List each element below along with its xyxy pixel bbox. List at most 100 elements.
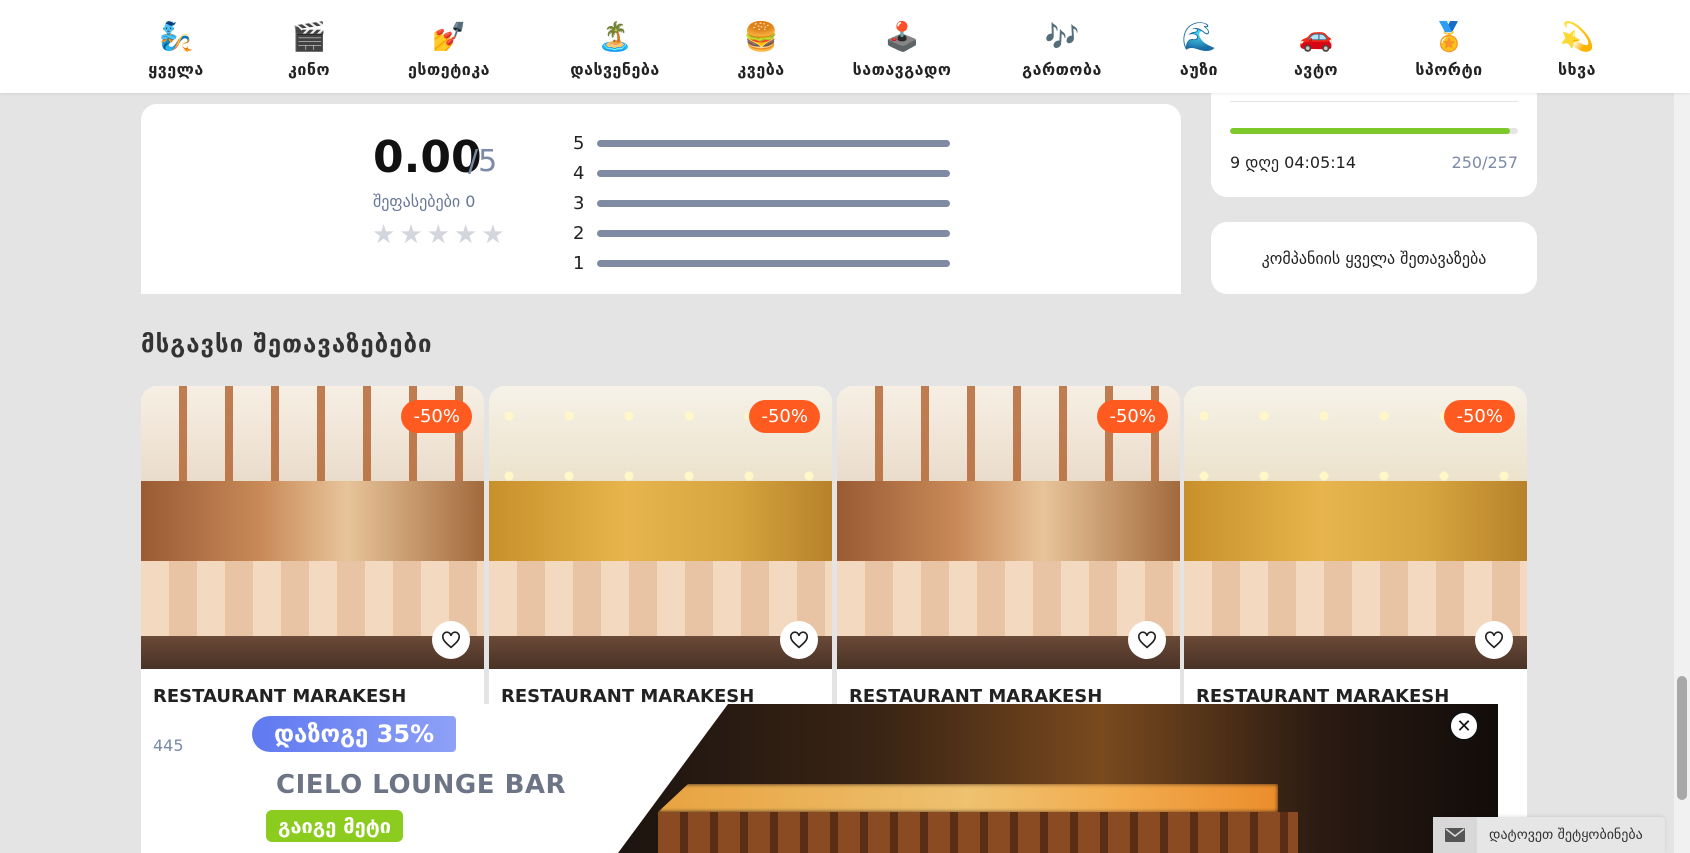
star-icon: ★ (399, 220, 423, 250)
scrollbar-thumb[interactable] (1677, 676, 1687, 800)
rating-bar-row: 2 (573, 218, 950, 248)
reviews-count: შეფასებები 0 (373, 192, 476, 211)
average-score: 0.00 (373, 132, 482, 183)
rating-bar (597, 229, 950, 237)
ad-learn-more-button[interactable]: გაიგე მეტი (266, 810, 404, 842)
rating-bar (597, 259, 950, 267)
heart-icon (1138, 631, 1156, 649)
genie-icon: 🧞 (158, 20, 194, 53)
category-vacation[interactable]: 🏝️ დასვენება (570, 20, 660, 79)
score-max: /5 (468, 144, 498, 179)
category-pool[interactable]: 🌊 აუზი (1180, 20, 1218, 79)
rating-bar-row: 5 (573, 128, 950, 158)
category-label: სპორტი (1415, 60, 1483, 79)
heart-icon (790, 631, 808, 649)
favorite-button[interactable] (780, 621, 818, 659)
category-label: ავტო (1293, 60, 1339, 79)
rating-bar-row: 3 (573, 188, 950, 218)
offer-image: -50% (489, 386, 832, 669)
page-scrollbar[interactable] (1674, 0, 1690, 853)
clapperboard-icon: 🎬 (291, 20, 327, 53)
category-cinema[interactable]: 🎬 კინო (288, 20, 330, 79)
envelope-glyph (1445, 828, 1465, 842)
discount-badge: -50% (1444, 400, 1515, 433)
rating-distribution: 5 4 3 2 1 (573, 128, 950, 278)
medal-icon: 🏅 (1431, 20, 1467, 53)
wave-icon: 🌊 (1181, 20, 1217, 53)
countdown-timer: 9 დღე 04:05:14 (1230, 153, 1356, 172)
music-notes-icon: 🎶 (1044, 20, 1080, 53)
offer-image: -50% (1184, 386, 1527, 669)
rating-bar-label: 3 (573, 192, 585, 214)
rating-summary-card: 0.00 /5 შეფასებები 0 ★ ★ ★ ★ ★ 5 4 3 2 1 (141, 104, 1181, 294)
ad-venue-name: CIELO LOUNGE BAR (276, 770, 567, 800)
rating-bar (597, 139, 950, 147)
similar-offers-title: მსგავსი შეთავაზებები (141, 330, 433, 358)
sold-counter: 250/257 (1451, 153, 1518, 172)
star-icon: ★ (453, 220, 478, 250)
car-icon: 🚗 (1298, 20, 1334, 53)
discount-badge: -50% (749, 400, 820, 433)
category-label: აუზი (1179, 60, 1219, 79)
rating-bar-row: 1 (573, 248, 950, 278)
rating-bar-label: 5 (573, 132, 585, 154)
star-icon: ★ (481, 220, 505, 250)
image-tables (1184, 561, 1527, 641)
category-other[interactable]: 💫 სხვა (1558, 20, 1596, 79)
leave-message-widget[interactable]: დატოვეთ შეტყობინება (1433, 817, 1665, 853)
sales-progress-bar (1230, 128, 1518, 134)
sales-progress-fill (1230, 128, 1511, 134)
category-sport[interactable]: 🏅 სპორტი (1415, 20, 1482, 79)
close-icon[interactable]: ✕ (1448, 710, 1480, 742)
category-food[interactable]: 🍔 კვება (737, 20, 784, 79)
category-nav: 🧞 ყველა 🎬 კინო 💅 ესთეტიკა 🏝️ დასვენება 🍔… (0, 0, 1690, 93)
dizzy-star-icon: 💫 (1559, 20, 1595, 53)
envelope-icon (1433, 817, 1477, 853)
star-icon: ★ (372, 220, 396, 250)
heart-icon (1485, 631, 1503, 649)
category-auto[interactable]: 🚗 ავტო (1294, 20, 1338, 79)
category-label: კვება (737, 60, 785, 79)
rating-bar-label: 2 (573, 222, 585, 244)
ad-banner[interactable]: დაზოგე 35% CIELO LOUNGE BAR გაიგე მეტი ✕ (188, 704, 1498, 853)
ad-bar-counter-light (658, 784, 1278, 812)
category-label: ესთეტიკა (407, 60, 491, 79)
nail-polish-icon: 💅 (431, 20, 467, 53)
image-tables (489, 561, 832, 641)
category-adventure[interactable]: 🕹️ სათავგადო (853, 20, 952, 79)
rating-bar-label: 4 (573, 162, 585, 184)
category-label: გართობა (1022, 60, 1102, 79)
discount-badge: -50% (1097, 400, 1168, 433)
joystick-icon: 🕹️ (884, 20, 920, 53)
burger-icon: 🍔 (743, 20, 779, 53)
island-icon: 🏝️ (597, 20, 633, 53)
category-label: დასვენება (570, 60, 660, 79)
rating-bar-row: 4 (573, 158, 950, 188)
category-label: კინო (287, 60, 331, 79)
divider (1230, 101, 1518, 102)
favorite-button[interactable] (432, 621, 470, 659)
category-label: სათავგადო (852, 60, 952, 79)
image-tables (837, 561, 1180, 641)
category-label: ყველა (148, 60, 204, 79)
all-company-offers-button[interactable]: კომპანიის ყველა შეთავაზება (1211, 222, 1537, 294)
category-entertainment[interactable]: 🎶 გართობა (1022, 20, 1102, 79)
category-label: სხვა (1557, 60, 1597, 79)
favorite-button[interactable] (1128, 621, 1166, 659)
category-all[interactable]: 🧞 ყველა (148, 20, 203, 79)
star-rating: ★ ★ ★ ★ ★ (372, 222, 505, 248)
offer-image: -50% (837, 386, 1180, 669)
offer-progress-card: 9 დღე 04:05:14 250/257 (1211, 80, 1537, 197)
category-aesthetics[interactable]: 💅 ესთეტიკა (408, 20, 490, 79)
star-icon: ★ (426, 220, 450, 250)
rating-bar-label: 1 (573, 252, 585, 274)
offer-image: -50% (141, 386, 484, 669)
ad-bar-stools (658, 812, 1298, 853)
offer-price: 445 (153, 736, 184, 755)
rating-bar (597, 199, 950, 207)
ad-save-badge: დაზოგე 35% (252, 716, 457, 752)
rating-bar (597, 169, 950, 177)
image-tables (141, 561, 484, 641)
favorite-button[interactable] (1475, 621, 1513, 659)
discount-badge: -50% (401, 400, 472, 433)
